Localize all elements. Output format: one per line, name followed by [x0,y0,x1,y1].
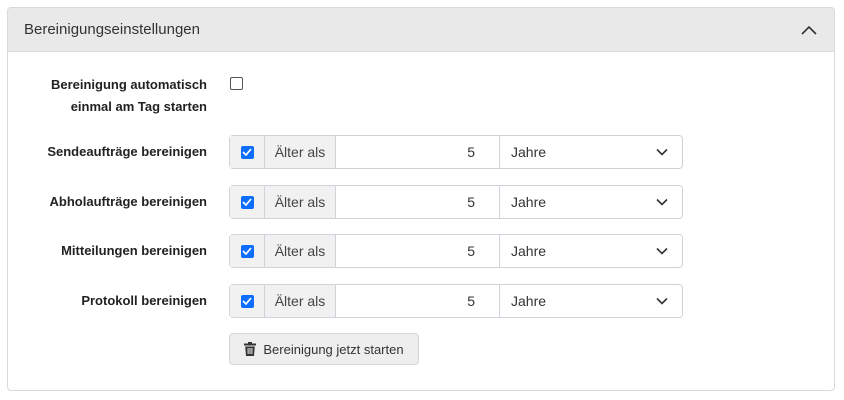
row-label: Sendeaufträge bereinigen [47,144,207,159]
row-label: Protokoll bereinigen [81,293,207,308]
input-group: Älter als 5 Jahre [229,234,683,268]
chevron-down-icon [656,247,668,255]
checkbox-addon [230,235,265,267]
checkmark-icon [242,247,252,255]
prefix-addon: Älter als [265,235,336,267]
chevron-up-icon[interactable] [800,24,818,36]
checkbox-addon [230,136,265,168]
checkmark-icon [242,148,252,156]
trash-icon [244,342,257,356]
age-number-input[interactable]: 5 [336,186,500,218]
unit-select[interactable]: Jahre [500,285,682,317]
prefix-addon: Älter als [265,136,336,168]
auto-cleanup-checkbox[interactable] [230,77,243,90]
auto-cleanup-label-line1: Bereinigung automatisch [50,77,207,92]
enable-checkbox[interactable] [240,195,254,209]
checkmark-icon [242,198,252,206]
chevron-down-icon [656,148,668,156]
unit-select[interactable]: Jahre [500,235,682,267]
chevron-down-icon [656,297,668,305]
enable-checkbox[interactable] [240,244,254,258]
enable-checkbox[interactable] [240,145,254,159]
unit-select[interactable]: Jahre [500,136,682,168]
panel-title: Bereinigungseinstellungen [24,21,200,38]
chevron-down-icon [656,198,668,206]
prefix-addon: Älter als [265,186,336,218]
unit-select[interactable]: Jahre [500,186,682,218]
input-group: Älter als 5 Jahre [229,135,683,169]
input-group: Älter als 5 Jahre [229,185,683,219]
age-number-input[interactable]: 5 [336,235,500,267]
unit-select-value: Jahre [511,243,547,259]
panel-header[interactable]: Bereinigungseinstellungen [8,8,834,52]
auto-cleanup-label: Bereinigung automatisch einmal am Tag st… [51,74,207,118]
start-cleanup-button[interactable]: Bereinigung jetzt starten [229,333,419,365]
start-cleanup-label: Bereinigung jetzt starten [263,341,404,357]
unit-select-value: Jahre [511,194,547,210]
age-number-input[interactable]: 5 [336,136,500,168]
row-label: Abholaufträge bereinigen [49,194,207,209]
unit-select-value: Jahre [511,293,547,309]
checkbox-addon [230,186,265,218]
input-group: Älter als 5 Jahre [229,284,683,318]
enable-checkbox[interactable] [240,294,254,308]
prefix-addon: Älter als [265,285,336,317]
age-number-input[interactable]: 5 [336,285,500,317]
unit-select-value: Jahre [511,144,547,160]
row-label: Mitteilungen bereinigen [61,243,207,258]
checkmark-icon [242,297,252,305]
checkbox-addon [230,285,265,317]
auto-cleanup-label-line2: einmal am Tag starten [70,99,207,114]
cleanup-settings-panel: Bereinigungseinstellungen Bereinigung au… [7,7,835,391]
